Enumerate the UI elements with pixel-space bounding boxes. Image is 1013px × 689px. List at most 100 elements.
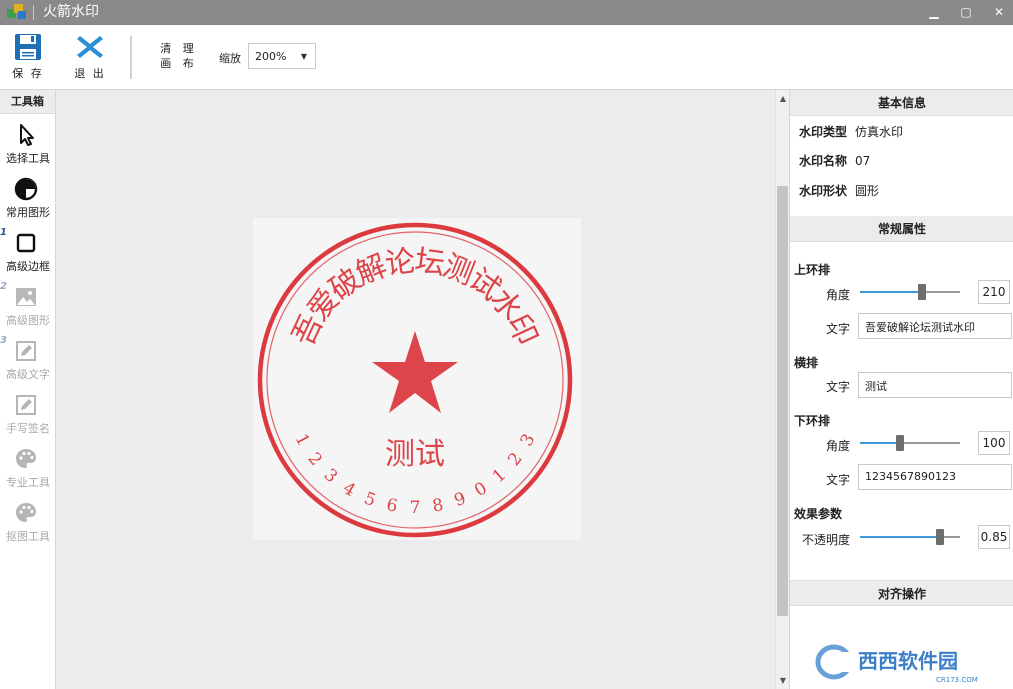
tool-label: 选择工具: [6, 152, 50, 165]
opacity-input[interactable]: 0.85: [978, 525, 1010, 549]
tool-advanced-text[interactable]: 3 高级文字: [0, 335, 56, 389]
basic-info-header: 基本信息: [790, 90, 1013, 116]
watermark-type-label: 水印类型: [799, 125, 848, 139]
scroll-up-icon[interactable]: ▲: [776, 92, 790, 106]
clear-canvas-button[interactable]: 清 理 画 布: [160, 41, 198, 71]
watermark-shape-label: 水印形状: [799, 184, 848, 198]
tool-label: 高级文字: [6, 368, 50, 381]
tool-label: 手写签名: [6, 422, 50, 435]
pencil-icon: [16, 395, 36, 415]
watermark-brand-text: 西西软件园: [858, 649, 958, 673]
horizontal-text-input[interactable]: 测试: [858, 372, 1012, 398]
tool-handwritten-signature[interactable]: 手写签名: [0, 393, 56, 443]
opacity-label: 不透明度: [801, 533, 850, 547]
tool-professional[interactable]: 专业工具: [0, 447, 56, 497]
tool-common-shapes[interactable]: 常用图形: [0, 177, 56, 227]
toolbar: 保 存 退 出 清 理 画 布 缩放 200% ▼: [0, 25, 1013, 90]
seal-bottom-char: 1: [489, 465, 510, 487]
image-icon: [16, 288, 36, 306]
top-ring-text-label: 文字: [825, 322, 850, 336]
scroll-thumb[interactable]: [777, 186, 788, 616]
tool-advanced-border[interactable]: 1 高级边框: [0, 227, 56, 281]
seal-bottom-char: 7: [410, 498, 421, 518]
watermark-url-text: CR173.COM: [936, 676, 978, 684]
tool-cutout[interactable]: 抠图工具: [0, 501, 56, 551]
app-window: 火箭水印 ▁ ▢ ✕ 保 存 退 出 清 理 画 布 缩放 200% ▼ 工具箱…: [0, 0, 1013, 689]
watermark-name-label: 水印名称: [799, 154, 848, 168]
property-panel: 基本信息 水印类型 仿真水印 水印名称 07 水印形状 圆形 常规属性 上环排 角度 …: [789, 90, 1013, 689]
title-bar: 火箭水印 ▁ ▢ ✕: [0, 0, 1013, 25]
vertical-scrollbar[interactable]: ▲ ▼: [775, 90, 789, 689]
bottom-ring-label: 下环排: [794, 414, 831, 428]
seal-bottom-char: 9: [452, 489, 469, 512]
top-ring-angle-slider[interactable]: [860, 284, 960, 300]
window-title: 火箭水印: [43, 4, 99, 20]
top-ring-text-input[interactable]: 吾爱破解论坛测试水印: [858, 313, 1012, 339]
tool-label: 抠图工具: [6, 530, 50, 543]
floppy-disk-icon: [15, 34, 41, 60]
save-button[interactable]: 保 存: [8, 33, 48, 83]
canvas-area[interactable]: 吾爱破解论坛测试水印1234567890123 测试: [57, 90, 775, 689]
watermark-shape-value: 圆形: [855, 184, 880, 198]
pencil-icon: [16, 341, 36, 361]
exit-button[interactable]: 退 出: [70, 33, 110, 83]
seal-bottom-char: 6: [385, 495, 399, 517]
slider-knob[interactable]: [896, 435, 904, 451]
bottom-ring-angle-slider[interactable]: [860, 435, 960, 451]
canvas-paper[interactable]: 吾爱破解论坛测试水印1234567890123 测试: [253, 218, 581, 540]
horizontal-text-label: 文字: [825, 380, 850, 394]
bottom-ring-text-input[interactable]: 1234567890123: [858, 464, 1012, 490]
seal-center-text: 测试: [385, 437, 445, 472]
maximize-button[interactable]: ▢: [955, 2, 977, 22]
clear-canvas-label-line1: 清 理: [160, 42, 198, 55]
star-icon: [372, 331, 458, 413]
clear-canvas-label-line2: 画 布: [160, 57, 198, 70]
scroll-down-icon[interactable]: ▼: [776, 674, 790, 688]
bottom-ring-text-label: 文字: [825, 473, 850, 487]
tool-label: 高级边框: [6, 260, 50, 273]
tool-number: 1: [0, 227, 7, 238]
zoom-select[interactable]: 200% ▼: [248, 43, 316, 69]
tool-label: 高级图形: [6, 314, 50, 327]
palette-icon: [16, 449, 36, 468]
opacity-slider[interactable]: [860, 529, 960, 545]
general-props-header: 常规属性: [790, 216, 1013, 242]
top-ring-label: 上环排: [794, 263, 831, 277]
seal-stamp[interactable]: 吾爱破解论坛测试水印1234 5 6 7 8 9 0123 测试: [253, 218, 581, 540]
tool-label: 常用图形: [6, 206, 50, 219]
slider-knob[interactable]: [918, 284, 926, 300]
palette-icon: [16, 503, 36, 522]
watermark-shape-row: 水印形状 圆形: [799, 182, 879, 199]
slider-fill: [860, 442, 900, 444]
slider-knob[interactable]: [936, 529, 944, 545]
site-watermark-logo: 西西软件园 CR173.COM: [815, 644, 992, 684]
toolbar-separator: [130, 36, 132, 79]
align-header: 对齐操作: [790, 580, 1013, 606]
cursor-icon: [20, 124, 34, 146]
tool-label: 专业工具: [6, 476, 50, 489]
close-button[interactable]: ✕: [988, 2, 1010, 22]
title-separator: [33, 5, 34, 20]
save-label: 保 存: [12, 67, 44, 80]
app-logo-icon: [7, 4, 26, 19]
chevron-down-icon: ▼: [300, 52, 307, 61]
tool-number: 2: [0, 281, 7, 292]
toolbox-header: 工具箱: [0, 90, 55, 114]
watermark-name-value: 07: [855, 154, 871, 168]
top-ring-angle-input[interactable]: 210: [978, 280, 1010, 304]
zoom-value: 200%: [255, 50, 287, 63]
slider-fill: [860, 536, 940, 538]
tool-advanced-graphics[interactable]: 2 高级图形: [0, 281, 56, 335]
exit-label: 退 出: [74, 67, 106, 80]
bottom-ring-angle-input[interactable]: 100: [978, 431, 1010, 455]
top-ring-angle-label: 角度: [825, 288, 850, 302]
seal-bottom-char: 0: [471, 478, 491, 501]
horizontal-label: 横排: [794, 356, 819, 370]
tool-select[interactable]: 选择工具: [0, 123, 56, 173]
seal-bottom-char: 2: [303, 449, 325, 470]
seal-bottom-char: 1: [291, 431, 314, 450]
minimize-button[interactable]: ▁: [923, 2, 945, 22]
effects-label: 效果参数: [794, 507, 843, 521]
watermark-type-row: 水印类型 仿真水印: [799, 123, 903, 140]
seal-bottom-char: 3: [320, 465, 341, 487]
